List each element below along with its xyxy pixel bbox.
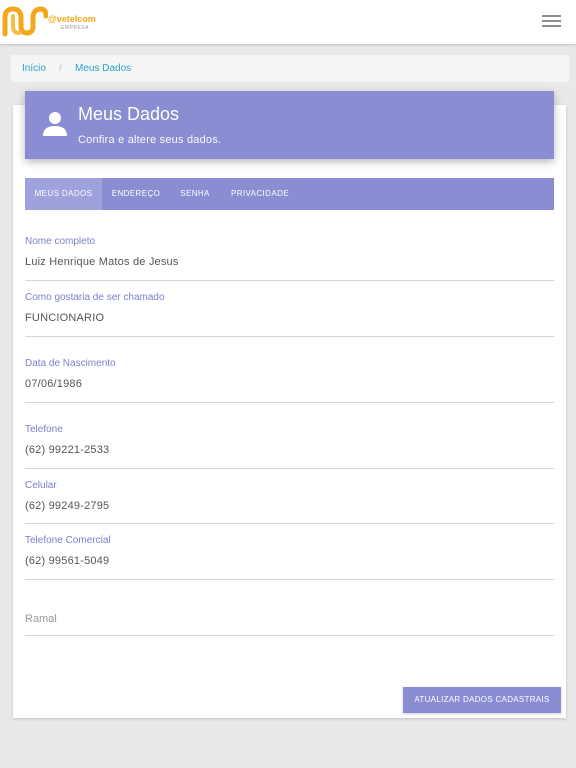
breadcrumb: Início / Meus Dados bbox=[11, 55, 569, 82]
field-underline bbox=[25, 635, 554, 636]
tab-bar: MEUS DADOS ENDEREÇO SENHA PRIVACIDADE bbox=[25, 178, 554, 210]
ramal-input[interactable]: Ramal bbox=[25, 613, 57, 625]
logo-text: @vetelcom bbox=[48, 14, 96, 24]
apelido-input[interactable]: FUNCIONARIO bbox=[25, 312, 104, 324]
hamburger-icon-bar bbox=[542, 20, 561, 22]
hamburger-icon bbox=[542, 15, 561, 17]
tab-senha[interactable]: SENHA bbox=[174, 178, 216, 210]
breadcrumb-home-link[interactable]: Início bbox=[22, 55, 46, 82]
field-data-nascimento: Data de Nascimento 07/06/1986 bbox=[25, 358, 554, 404]
card-header: Meus Dados Confira e altere seus dados. bbox=[25, 91, 554, 159]
logo-mark-icon bbox=[2, 6, 49, 37]
field-ramal[interactable]: Ramal bbox=[25, 613, 554, 637]
page-subtitle: Confira e altere seus dados. bbox=[78, 134, 222, 146]
field-label: Como gostaria de ser chamado bbox=[25, 292, 165, 303]
hamburger-menu-button[interactable] bbox=[538, 12, 564, 32]
logo[interactable]: @vetelcom EMPRESA bbox=[2, 4, 96, 38]
telefone-input[interactable]: (62) 99221-2533 bbox=[25, 444, 109, 456]
field-label: Data de Nascimento bbox=[25, 358, 116, 369]
field-telefone-comercial: Telefone Comercial (62) 99561-5049 bbox=[25, 535, 554, 581]
breadcrumb-current: Meus Dados bbox=[75, 63, 132, 74]
field-underline bbox=[25, 280, 554, 281]
field-telefone: Telefone (62) 99221-2533 bbox=[25, 424, 554, 470]
field-underline bbox=[25, 336, 554, 337]
field-nome-completo: Nome completo Luiz Henrique Matos de Jes… bbox=[25, 236, 554, 282]
field-underline bbox=[25, 579, 554, 580]
field-apelido: Como gostaria de ser chamado FUNCIONARIO bbox=[25, 292, 554, 338]
field-underline bbox=[25, 468, 554, 469]
update-data-button[interactable]: ATUALIZAR DADOS CADASTRAIS bbox=[403, 687, 561, 713]
user-icon bbox=[43, 112, 67, 136]
breadcrumb-separator: / bbox=[59, 63, 62, 74]
logo-subtext: EMPRESA bbox=[61, 25, 89, 31]
field-label: Nome completo bbox=[25, 236, 96, 247]
field-celular: Celular (62) 99249-2795 bbox=[25, 480, 554, 526]
nome-completo-input[interactable]: Luiz Henrique Matos de Jesus bbox=[25, 256, 179, 268]
hamburger-icon-bar bbox=[542, 25, 561, 27]
tab-endereco[interactable]: ENDEREÇO bbox=[105, 178, 167, 210]
field-label: Telefone bbox=[25, 424, 63, 435]
field-underline bbox=[25, 523, 554, 524]
field-label: Telefone Comercial bbox=[25, 535, 111, 546]
tab-privacidade[interactable]: PRIVACIDADE bbox=[226, 178, 294, 210]
celular-input[interactable]: (62) 99249-2795 bbox=[25, 500, 109, 512]
field-label: Celular bbox=[25, 480, 57, 491]
tab-meus-dados[interactable]: MEUS DADOS bbox=[25, 178, 102, 210]
telefone-comercial-input[interactable]: (62) 99561-5049 bbox=[25, 555, 109, 567]
page-title: Meus Dados bbox=[78, 104, 180, 124]
top-bar: @vetelcom EMPRESA bbox=[0, 0, 576, 44]
field-underline bbox=[25, 402, 554, 403]
data-nascimento-input[interactable]: 07/06/1986 bbox=[25, 378, 82, 390]
